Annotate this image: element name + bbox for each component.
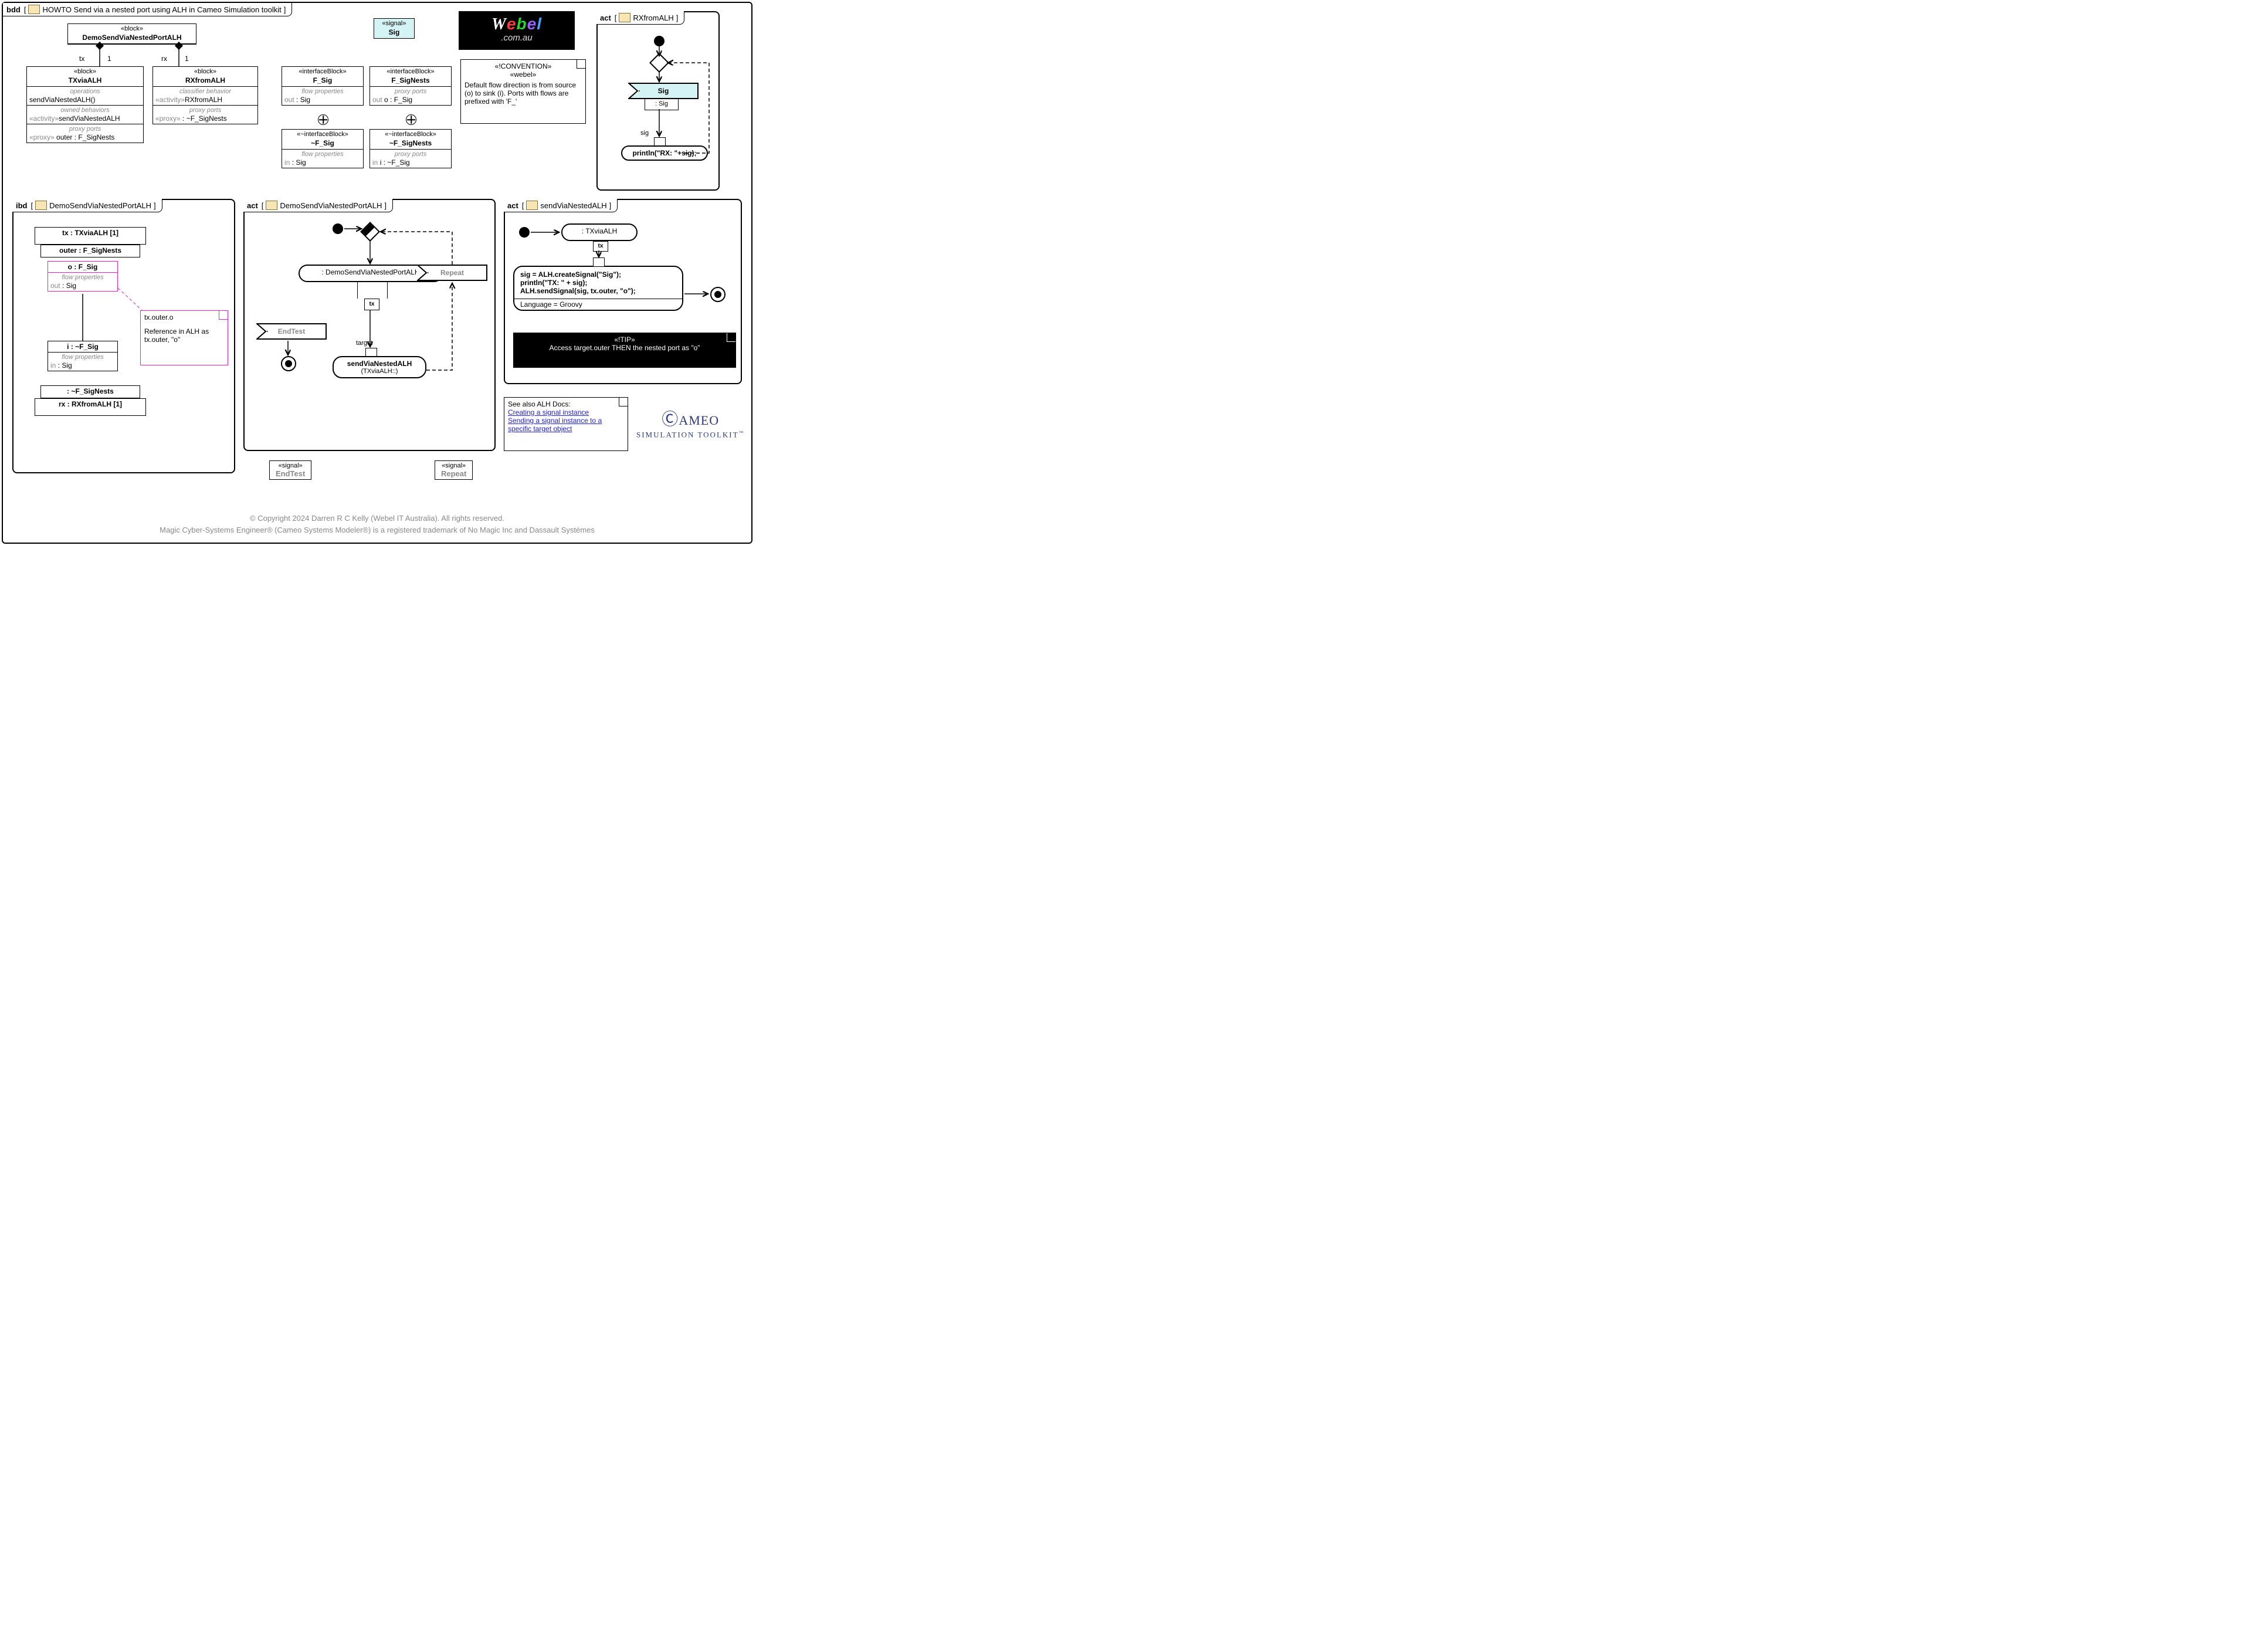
logo-w: W [491,15,507,33]
frame-ibd: ibd [ DemoSendViaNestedPortALH ] tx : TX… [12,199,235,473]
conv-stereoA: «!CONVENTION» [465,62,582,70]
fsigc-name: ~F_Sig [284,139,361,148]
sig-repeat-name: Repeat [441,469,466,478]
block-fsignestsc: «~interfaceBlock» ~F_SigNests proxy port… [369,129,452,168]
fsignestsc-pp: i : ~F_Sig [380,158,410,167]
conj-icon-fsig [318,114,328,125]
fsignestsc-name: ~F_SigNests [372,139,449,148]
cb-val: RXfromALH [185,96,222,104]
frame-act-demo: act [ DemoSendViaNestedPortALH ] : DemoS… [243,199,496,451]
fsignestsc-pp-label: proxy ports [372,151,449,158]
assoc-tx-mult: 1 [107,55,111,63]
note-fold-icon [727,333,735,342]
note-txouter-l2: Reference in ALH as tx.outer, "o" [144,327,224,344]
footer-line2: Magic Cyber-Systems Engineer® (Cameo Sys… [3,526,751,534]
note-convention: «!CONVENTION» «webel» Default flow direc… [460,59,586,124]
fsigc-fl-label: flow properties [284,151,361,158]
assoc-tx-name: tx [79,55,84,63]
fsig-name: F_Sig [284,76,361,85]
signal-repeat: «signal» Repeat [435,460,473,480]
logo-domain: .com.au [459,33,575,43]
conv-text: Default flow direction is from source (o… [465,81,582,106]
diagram-canvas: bdd [ HOWTO Send via a nested port using… [2,2,752,544]
seealso-title: See also ALH Docs: [508,400,624,408]
block-rx-stereo: «block» [155,68,255,76]
tip-text: Access target.outer THEN the nested port… [517,344,732,352]
fsignests-stereo: «interfaceBlock» [372,68,449,76]
block-tx: «block» TXviaALH operations sendViaNeste… [26,66,144,143]
conj-icon-fsignests [406,114,416,125]
sig-endtest-stereo: «signal» [276,462,305,469]
logo-text: Webel [459,15,575,34]
seealso-link2[interactable]: Sending a signal instance to a specific … [508,416,602,433]
assoc-rx-mult: 1 [185,55,189,63]
fsig-stereo: «interfaceBlock» [284,68,361,76]
block-fsignests: «interfaceBlock» F_SigNests proxy ports … [369,66,452,106]
conv-stereoB: «webel» [465,70,582,79]
pp-val-rx: : ~F_SigNests [182,114,227,123]
note-txouter-l1: tx.outer.o [144,313,224,321]
act-demo-edges [245,200,497,452]
sig-stereo: «signal» [377,20,412,28]
ob-label: owned behaviors [29,107,141,114]
cameo-tm: ™ [739,430,745,435]
block-fsigc: «~interfaceBlock» ~F_Sig flow properties… [282,129,364,168]
webel-logo: Webel .com.au [459,11,575,50]
block-tx-stereo: «block» [29,68,141,76]
act-rx-edges [598,12,721,192]
cameo-logo: ⒸAMEO SIMULATION TOOLKIT™ [636,406,744,439]
signal-endtest: «signal» EndTest [269,460,311,480]
ops-val: sendViaNestedALH() [29,96,141,104]
assoc-rx-name: rx [161,55,167,63]
footer-line1: © Copyright 2024 Darren R C Kelly (Webel… [3,514,751,523]
fsig-fl-label: flow properties [284,88,361,95]
block-rx: «block» RXfromALH classifier behavior «a… [152,66,258,124]
ops-label: operations [29,88,141,95]
logo-e2: e [527,15,537,33]
note-fold-icon [619,398,628,406]
fsignests-pp: o : F_Sig [384,96,412,104]
note-fold-icon [219,311,228,320]
signal-sig: «signal» Sig [374,18,415,39]
cameo-sub: SIMULATION TOOLKIT [636,430,739,439]
pp-val-tx: outer : F_SigNests [56,133,114,141]
sig-name: Sig [377,28,412,37]
frame-act-send: act [ sendViaNestedALH ] : TXviaALH tx s… [504,199,742,384]
note-seealso: See also ALH Docs: Creating a signal ins… [504,397,628,451]
fsignests-pp-label: proxy ports [372,88,449,95]
tip-stereo: «!TIP» [517,336,732,344]
logo-b: b [517,15,527,33]
note-tip: «!TIP» Access target.outer THEN the nest… [513,333,736,368]
block-fsig: «interfaceBlock» F_Sig flow properties o… [282,66,364,106]
logo-l: l [537,15,542,33]
ob-val: sendViaNestedALH [59,114,120,123]
fsignests-name: F_SigNests [372,76,449,85]
frame-act-rx: act [ RXfromALH ] Sig : Sig sig println(… [596,11,720,191]
note-txouter: tx.outer.o Reference in ALH as tx.outer,… [140,310,228,365]
block-rx-name: RXfromALH [155,76,255,85]
fsigc-stereo: «~interfaceBlock» [284,131,361,139]
pp-label: proxy ports [29,126,141,133]
fsig-fl: : Sig [296,96,310,104]
pp-label-rx: proxy ports [155,107,255,114]
note-fold-icon [577,60,585,69]
cameo-main: AMEO [679,413,719,428]
fsigc-fl: : Sig [292,158,306,167]
logo-e1: e [507,15,517,33]
sig-endtest-name: EndTest [276,469,305,478]
sig-repeat-stereo: «signal» [441,462,466,469]
seealso-link1[interactable]: Creating a signal instance [508,408,589,416]
fsignestsc-stereo: «~interfaceBlock» [372,131,449,139]
cb-label: classifier behavior [155,88,255,95]
block-tx-name: TXviaALH [29,76,141,85]
